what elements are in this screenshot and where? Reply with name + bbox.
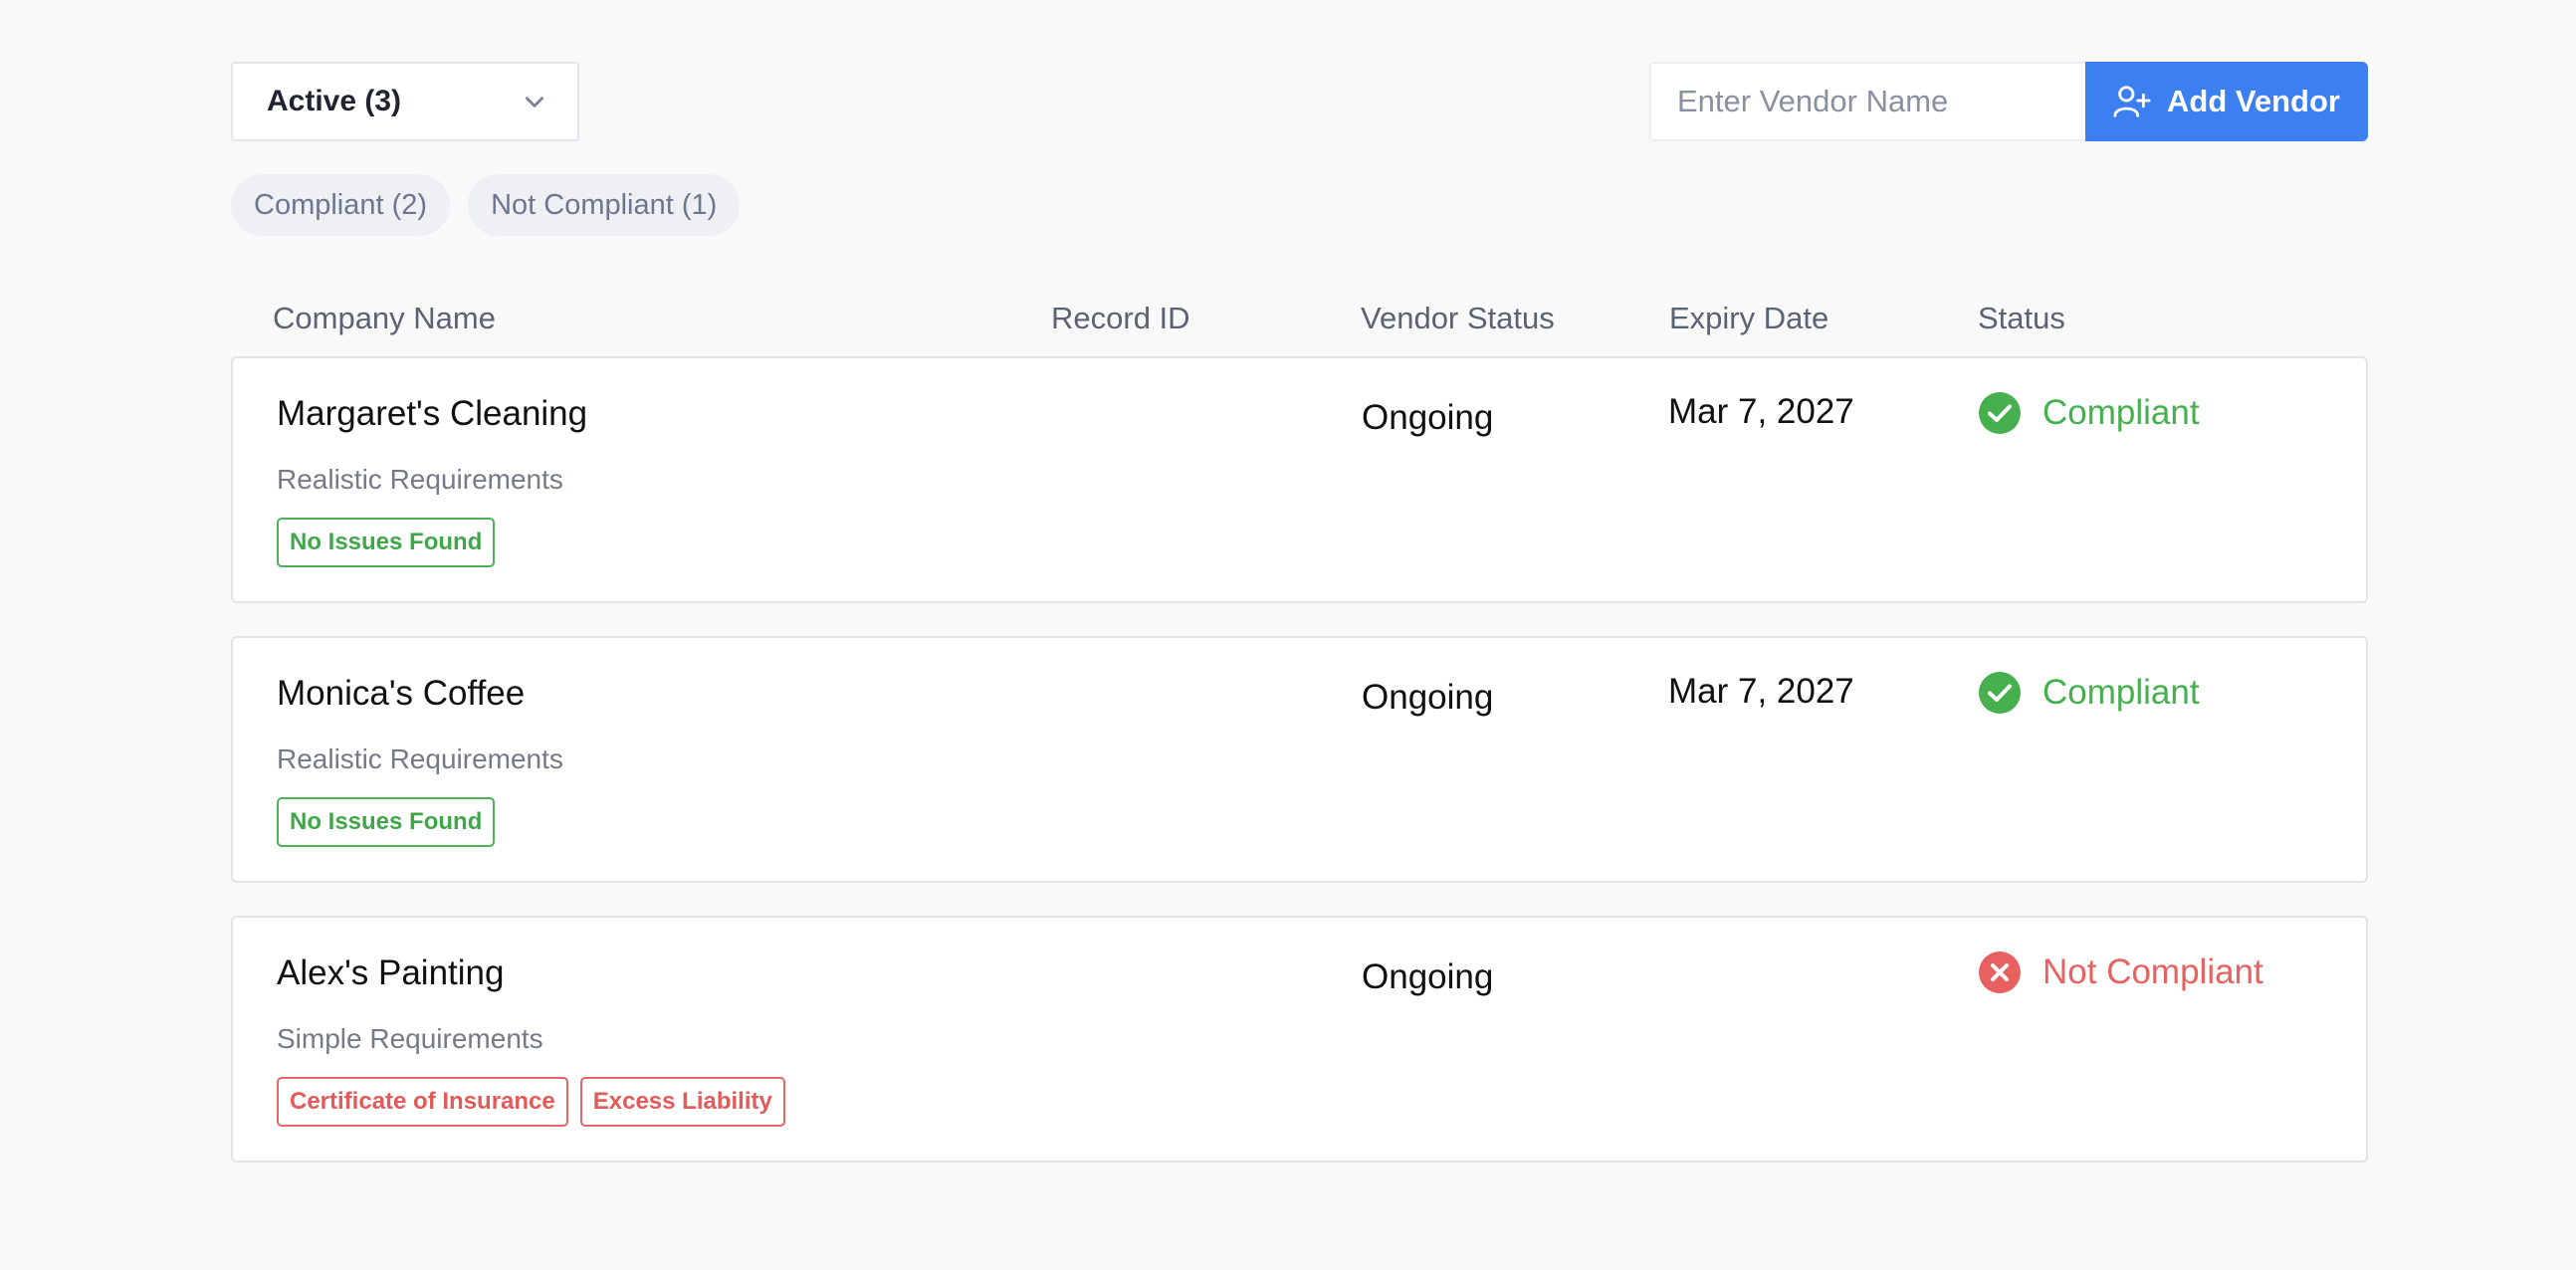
issue-tag: No Issues Found bbox=[277, 797, 496, 847]
table-row[interactable]: Alex's Painting Simple Requirements Cert… bbox=[231, 916, 2368, 1163]
header-expiry-date[interactable]: Expiry Date bbox=[1669, 301, 1828, 336]
vendors-page: Active (3) Add Vendor Compliant (2) Not … bbox=[0, 0, 2576, 1270]
requirements-label: Simple Requirements bbox=[277, 1023, 543, 1054]
vendor-status: Ongoing bbox=[1362, 398, 1494, 437]
vendor-status: Ongoing bbox=[1362, 678, 1494, 717]
chip-not-compliant[interactable]: Not Compliant (1) bbox=[468, 174, 741, 236]
header-status[interactable]: Status bbox=[1978, 301, 2065, 336]
issue-tag: Certificate of Insurance bbox=[277, 1077, 568, 1127]
company-name: Margaret's Cleaning bbox=[277, 394, 588, 433]
table-row[interactable]: Monica's Coffee Realistic Requirements N… bbox=[231, 636, 2368, 883]
requirements-label: Realistic Requirements bbox=[277, 743, 563, 774]
x-circle-icon bbox=[1979, 952, 2021, 993]
chip-compliant[interactable]: Compliant (2) bbox=[231, 174, 451, 236]
compliance-status: Compliant bbox=[1979, 672, 2200, 714]
vendor-status: Ongoing bbox=[1362, 957, 1494, 996]
header-record-id[interactable]: Record ID bbox=[1051, 301, 1190, 336]
compliance-status-label: Compliant bbox=[2042, 673, 2200, 712]
check-circle-icon bbox=[1979, 672, 2021, 714]
expiry-date: Mar 7, 2027 bbox=[1668, 672, 1854, 711]
compliance-status: Not Compliant bbox=[1979, 952, 2263, 993]
table-row[interactable]: Margaret's Cleaning Realistic Requiremen… bbox=[231, 356, 2368, 603]
compliance-status: Compliant bbox=[1979, 392, 2200, 434]
issue-tags: No Issues Found bbox=[277, 518, 496, 567]
status-filter-dropdown[interactable]: Active (3) bbox=[231, 62, 579, 141]
vendor-search-input[interactable] bbox=[1649, 62, 2087, 141]
compliance-status-label: Compliant bbox=[2042, 393, 2200, 432]
header-company-name[interactable]: Company Name bbox=[273, 301, 496, 336]
check-circle-icon bbox=[1979, 392, 2021, 434]
compliance-status-label: Not Compliant bbox=[2042, 952, 2263, 991]
filter-chips: Compliant (2) Not Compliant (1) bbox=[231, 174, 741, 236]
header-vendor-status[interactable]: Vendor Status bbox=[1361, 301, 1555, 336]
issue-tags: No Issues Found bbox=[277, 797, 496, 847]
requirements-label: Realistic Requirements bbox=[277, 464, 563, 495]
add-vendor-label: Add Vendor bbox=[2167, 84, 2340, 118]
issue-tag: Excess Liability bbox=[579, 1077, 785, 1127]
company-name: Monica's Coffee bbox=[277, 674, 526, 713]
add-vendor-button[interactable]: Add Vendor bbox=[2085, 62, 2368, 141]
issue-tag: No Issues Found bbox=[277, 518, 496, 567]
company-name: Alex's Painting bbox=[277, 953, 505, 992]
issue-tags: Certificate of Insurance Excess Liabilit… bbox=[277, 1077, 785, 1127]
expiry-date: Mar 7, 2027 bbox=[1668, 392, 1854, 431]
chevron-down-icon bbox=[526, 97, 543, 107]
status-filter-value: Active (3) bbox=[267, 85, 402, 117]
add-user-icon bbox=[2113, 86, 2151, 117]
